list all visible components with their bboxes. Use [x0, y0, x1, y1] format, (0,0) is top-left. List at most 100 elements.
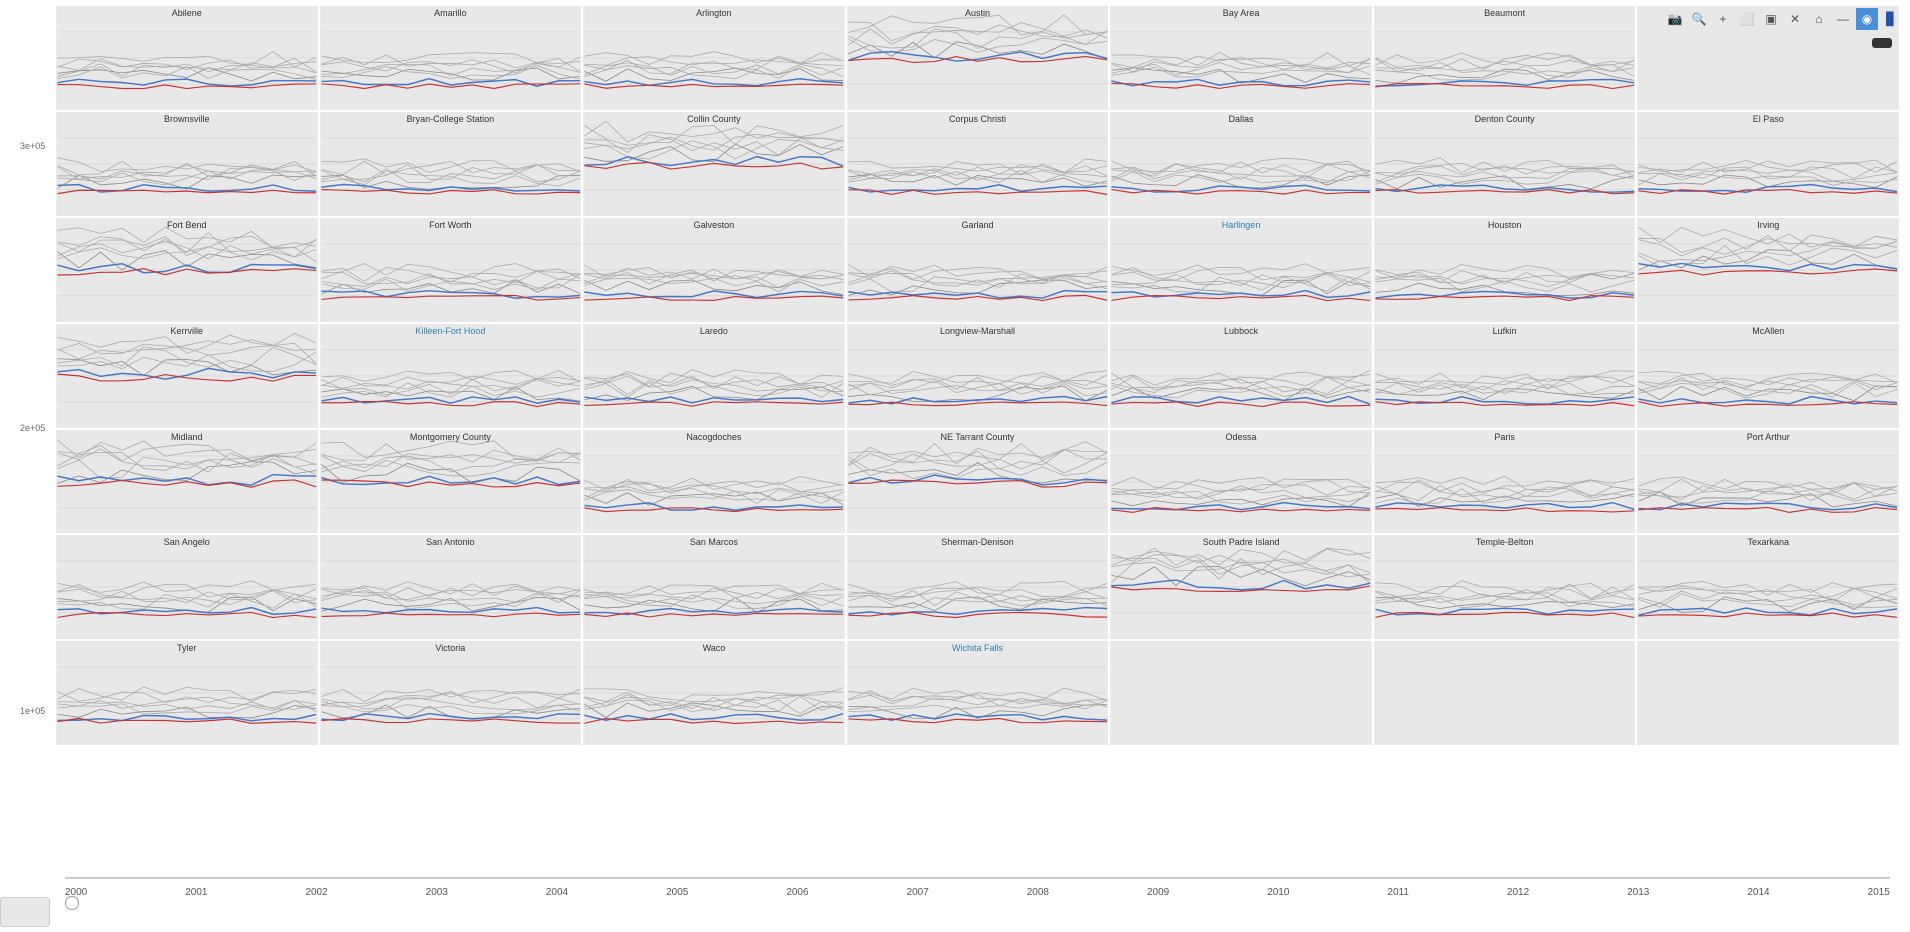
- bar-chart-button[interactable]: ▊: [1880, 8, 1902, 30]
- chart-svg: [1637, 112, 1899, 216]
- chart-cell-Bay Area[interactable]: Bay Area: [1109, 5, 1373, 111]
- timeline-year-2002: 2002: [305, 887, 327, 898]
- chart-cell-San Angelo[interactable]: San Angelo: [55, 534, 319, 640]
- chart-cell-title: Bryan-College Station: [320, 114, 582, 124]
- dash-button[interactable]: —: [1832, 8, 1854, 30]
- chart-cell-Corpus Christi[interactable]: Corpus Christi: [846, 111, 1110, 217]
- chart-cell-Longview-Marshall[interactable]: Longview-Marshall: [846, 323, 1110, 429]
- chart-svg: [583, 6, 845, 110]
- toolbar: 📷 🔍 + ⬜ ▣ ✕ ⌂ — ◉ ▊: [1664, 8, 1902, 30]
- chart-cell-Kerrville[interactable]: Kerrville: [55, 323, 319, 429]
- chart-cell-Paris[interactable]: Paris: [1373, 429, 1637, 535]
- chart-svg: [847, 324, 1109, 428]
- chart-cell-Montgomery County[interactable]: Montgomery County: [319, 429, 583, 535]
- chart-cell-Brownsville[interactable]: Brownsville: [55, 111, 319, 217]
- chart-cell-Galveston[interactable]: Galveston: [582, 217, 846, 323]
- chart-grid-container: AbileneAmarilloArlingtonAustinBay AreaBe…: [55, 5, 1900, 852]
- chart-svg: [320, 218, 582, 322]
- chart-cell-Austin[interactable]: Austin: [846, 5, 1110, 111]
- chart-cell-title: Nacogdoches: [583, 432, 845, 442]
- chart-svg: [56, 112, 318, 216]
- compare-hover-button[interactable]: ◉: [1856, 8, 1878, 30]
- zoom-button[interactable]: 🔍: [1688, 8, 1710, 30]
- rect-select-button[interactable]: ⬜: [1736, 8, 1758, 30]
- chart-cell-Texarkana[interactable]: Texarkana: [1636, 534, 1900, 640]
- timeline-thumb[interactable]: [65, 896, 79, 910]
- chart-cell-Midland[interactable]: Midland: [55, 429, 319, 535]
- square-button[interactable]: ▣: [1760, 8, 1782, 30]
- timeline-bar[interactable]: [65, 877, 1890, 879]
- play-button[interactable]: [0, 897, 50, 927]
- chart-svg: [320, 6, 582, 110]
- chart-cell-Dallas[interactable]: Dallas: [1109, 111, 1373, 217]
- timeline-year-2015: 2015: [1868, 887, 1890, 898]
- chart-svg: [320, 535, 582, 639]
- chart-cell-Beaumont[interactable]: Beaumont: [1373, 5, 1637, 111]
- timeline-year-2001: 2001: [185, 887, 207, 898]
- camera-button[interactable]: 📷: [1664, 8, 1686, 30]
- timeline-year-2010: 2010: [1267, 887, 1289, 898]
- chart-cell-Fort Bend[interactable]: Fort Bend: [55, 217, 319, 323]
- chart-cell-Abilene[interactable]: Abilene: [55, 5, 319, 111]
- timeline-year-2011: 2011: [1387, 887, 1409, 898]
- timeline-year-2008: 2008: [1027, 887, 1049, 898]
- chart-cell-Fort Worth[interactable]: Fort Worth: [319, 217, 583, 323]
- timeline-year-2005: 2005: [666, 887, 688, 898]
- chart-cell-Denton County[interactable]: Denton County: [1373, 111, 1637, 217]
- chart-cell-title: Brownsville: [56, 114, 318, 124]
- chart-cell-Waco[interactable]: Waco: [582, 640, 846, 746]
- chart-cell-title: El Paso: [1637, 114, 1899, 124]
- timeline: 2000200120022003200420052006200720082009…: [55, 852, 1900, 932]
- chart-cell-Killeen-Fort Hood[interactable]: Killeen-Fort Hood: [319, 323, 583, 429]
- chart-cell-Collin County[interactable]: Collin County: [582, 111, 846, 217]
- chart-cell-Lubbock[interactable]: Lubbock: [1109, 323, 1373, 429]
- chart-cell-San Marcos[interactable]: San Marcos: [582, 534, 846, 640]
- chart-cell-title: Odessa: [1110, 432, 1372, 442]
- chart-cell-Tyler[interactable]: Tyler: [55, 640, 319, 746]
- chart-cell-Arlington[interactable]: Arlington: [582, 5, 846, 111]
- chart-svg: [1110, 6, 1372, 110]
- chart-cell-McAllen[interactable]: McAllen: [1636, 323, 1900, 429]
- chart-cell-El Paso[interactable]: El Paso: [1636, 111, 1900, 217]
- chart-svg: [1110, 112, 1372, 216]
- chart-cell-Harlingen[interactable]: Harlingen: [1109, 217, 1373, 323]
- chart-cell-Sherman-Denison[interactable]: Sherman-Denison: [846, 534, 1110, 640]
- cross-button[interactable]: ✕: [1784, 8, 1806, 30]
- chart-cell-Houston[interactable]: Houston: [1373, 217, 1637, 323]
- chart-svg: [1637, 218, 1899, 322]
- chart-cell-Garland[interactable]: Garland: [846, 217, 1110, 323]
- bottom-controls: 2000200120022003200420052006200720082009…: [0, 857, 1910, 932]
- chart-cell-Victoria[interactable]: Victoria: [319, 640, 583, 746]
- y-tick: 2e+05: [20, 423, 45, 433]
- chart-cell-Port Arthur[interactable]: Port Arthur: [1636, 429, 1900, 535]
- chart-cell-Lufkin[interactable]: Lufkin: [1373, 323, 1637, 429]
- timeline-year-2007: 2007: [907, 887, 929, 898]
- chart-svg: [583, 641, 845, 745]
- chart-cell-title: Dallas: [1110, 114, 1372, 124]
- y-tick: 3e+05: [20, 141, 45, 151]
- chart-cell-San Antonio[interactable]: San Antonio: [319, 534, 583, 640]
- chart-cell-46[interactable]: [1109, 640, 1373, 746]
- chart-cell-Laredo[interactable]: Laredo: [582, 323, 846, 429]
- chart-cell-Amarillo[interactable]: Amarillo: [319, 5, 583, 111]
- chart-cell-NE Tarrant County[interactable]: NE Tarrant County: [846, 429, 1110, 535]
- home-button[interactable]: ⌂: [1808, 8, 1830, 30]
- chart-area: 📷 🔍 + ⬜ ▣ ✕ ⌂ — ◉ ▊ AbileneAmarilloArlin…: [0, 0, 1910, 932]
- plus-button[interactable]: +: [1712, 8, 1734, 30]
- chart-cell-Wichita Falls[interactable]: Wichita Falls: [846, 640, 1110, 746]
- chart-cell-Nacogdoches[interactable]: Nacogdoches: [582, 429, 846, 535]
- chart-cell-title: Waco: [583, 643, 845, 653]
- tooltip: [1872, 38, 1892, 48]
- chart-cell-title: San Antonio: [320, 537, 582, 547]
- chart-cell-Irving[interactable]: Irving: [1636, 217, 1900, 323]
- chart-cell-South Padre Island[interactable]: South Padre Island: [1109, 534, 1373, 640]
- chart-cell-Odessa[interactable]: Odessa: [1109, 429, 1373, 535]
- chart-cell-48[interactable]: [1636, 640, 1900, 746]
- chart-cell-47[interactable]: [1373, 640, 1637, 746]
- chart-cell-title: San Marcos: [583, 537, 845, 547]
- chart-cell-Temple-Belton[interactable]: Temple-Belton: [1373, 534, 1637, 640]
- chart-svg: [56, 218, 318, 322]
- chart-cell-title: Austin: [847, 8, 1109, 18]
- chart-svg: [56, 6, 318, 110]
- chart-cell-Bryan-College Station[interactable]: Bryan-College Station: [319, 111, 583, 217]
